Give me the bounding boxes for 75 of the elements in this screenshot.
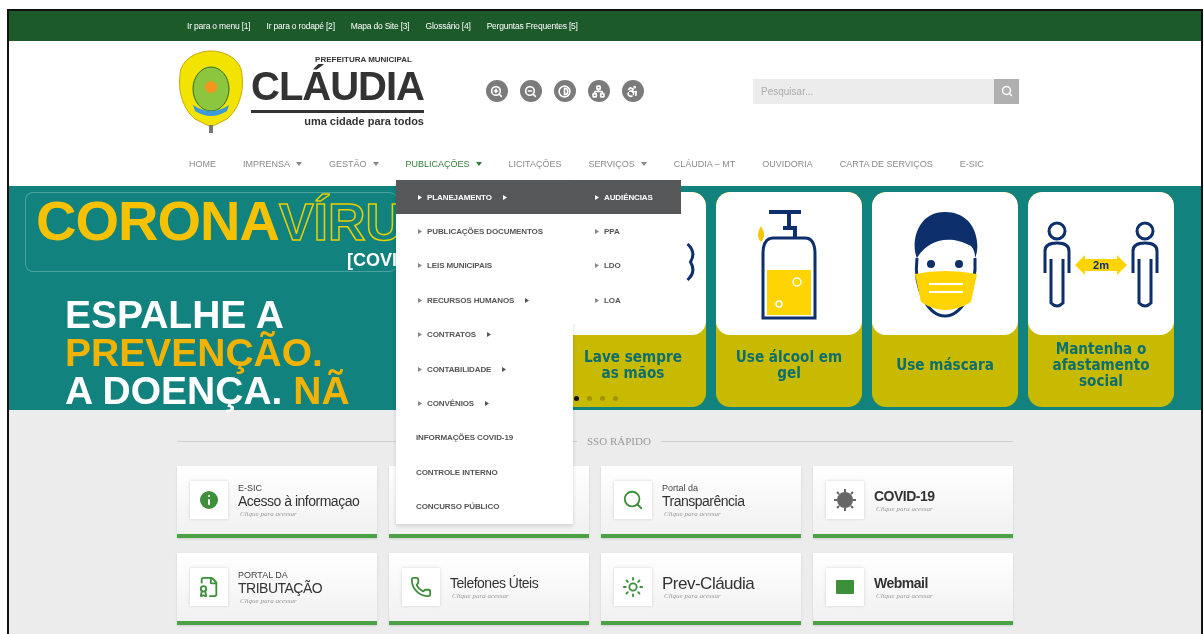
zoom-out-icon[interactable] (520, 80, 542, 102)
card-overline: E-SIC (238, 482, 263, 493)
bullet-icon (418, 332, 422, 338)
card-title: Webmail (874, 574, 929, 592)
nav-item[interactable]: SERVIÇOS (588, 158, 647, 169)
banner-tag: [COVI (347, 250, 397, 271)
bullet-icon (595, 194, 599, 200)
logo-name: CLÁUDIA (251, 62, 424, 113)
card-title: Prev-Cláudia (662, 574, 755, 592)
section-heading: SSO RÁPIDO (587, 435, 651, 447)
bullet-icon (418, 229, 422, 235)
nav-item[interactable]: LICITAÇÕES (508, 158, 562, 169)
carousel-dot[interactable] (600, 396, 605, 401)
skip-link[interactable]: Ir para o rodapé [2] (266, 21, 335, 31)
nav-item[interactable]: OUVIDORIA (762, 158, 813, 169)
bullet-icon (418, 366, 422, 372)
tip-caption: Lave sempre as mãos (583, 346, 683, 384)
carousel-dot[interactable] (587, 396, 592, 401)
sun-icon (622, 576, 644, 598)
nav-item[interactable]: HOME (189, 158, 216, 169)
logo-tagline: uma cidade para todos (304, 115, 424, 127)
sitemap-icon[interactable] (588, 80, 610, 102)
menu-item[interactable]: CONTROLE INTERNO (396, 455, 573, 490)
menu-item[interactable]: PUBLICAÇÕES DOCUMENTOS (396, 214, 573, 249)
tip-caption: Use máscara (895, 354, 995, 376)
card-overline: PORTAL DA (238, 569, 289, 580)
accessibility-icon[interactable] (622, 80, 644, 102)
skip-link[interactable]: Ir para o menu [1] (187, 21, 251, 31)
menu-item[interactable]: PLANEJAMENTO (396, 180, 573, 215)
card-title: COVID-19 (874, 487, 935, 505)
menu-item[interactable]: CONTABILIDADE (396, 351, 573, 387)
nav-item[interactable]: E-SIC (959, 158, 984, 169)
bullet-icon (595, 297, 599, 303)
menu-item[interactable]: LEIS MUNICIPAIS (396, 248, 573, 284)
menu-item[interactable]: CONTRATOS (396, 317, 573, 352)
phone-icon (410, 576, 432, 598)
menu-item[interactable]: INFORMAÇÕES COVID-19 (396, 420, 573, 456)
nav-item[interactable]: IMPRENSA (243, 158, 302, 169)
bullet-icon (418, 297, 422, 303)
nav-item[interactable]: CARTA DE SERVIÇOS (839, 158, 933, 169)
search-button[interactable] (994, 78, 1019, 104)
banner-title: CORONA (36, 193, 279, 249)
certificate-icon (198, 576, 220, 598)
bullet-icon (418, 401, 422, 407)
card-title: Acesso à informaçao (238, 492, 360, 510)
bullet-icon (418, 263, 422, 269)
card-title: Telefones Úteis (450, 574, 539, 592)
card-title: TRIBUTAÇÃO (238, 579, 323, 597)
skip-link[interactable]: Mapa do Site [3] (350, 21, 410, 31)
info-icon (197, 488, 221, 512)
menu-item[interactable]: CONVÊNIOS (396, 386, 573, 421)
menu-item[interactable]: CONCURSO PÚBLICO (396, 489, 573, 524)
card-overline: Portal da (662, 482, 700, 493)
bullet-icon (595, 263, 599, 269)
menu-item[interactable]: RECURSOS HUMANOS (396, 283, 573, 318)
contrast-icon[interactable] (554, 80, 576, 102)
tip-caption: Mantenha o afastamento social (1051, 338, 1151, 392)
virus-icon (833, 488, 857, 512)
distance-label: 2m (1093, 258, 1109, 271)
tip-caption: Use álcool em gel (734, 346, 844, 384)
search-icon (1000, 85, 1013, 97)
skip-link[interactable]: Glossário [4] (425, 21, 471, 31)
nav-item[interactable]: GESTÃO (329, 158, 379, 169)
nav-item[interactable]: PUBLICAÇÕES (405, 158, 482, 169)
bullet-icon (418, 194, 422, 200)
nav-item[interactable]: CLÁUDIA – MT (673, 158, 736, 169)
zoom-in-icon[interactable] (486, 80, 508, 102)
carousel-dot[interactable] (574, 396, 579, 401)
magnifier-icon (622, 489, 644, 511)
menu-item[interactable]: AUDIÊNCIAS (573, 180, 681, 215)
carousel-dot[interactable] (613, 396, 618, 401)
bullet-icon (595, 229, 599, 235)
skip-link[interactable]: Perguntas Frequentes [5] (486, 21, 578, 31)
logo-overline: PREFEITURA MUNICIPAL (315, 55, 412, 64)
card-title: Transparência (662, 492, 745, 510)
